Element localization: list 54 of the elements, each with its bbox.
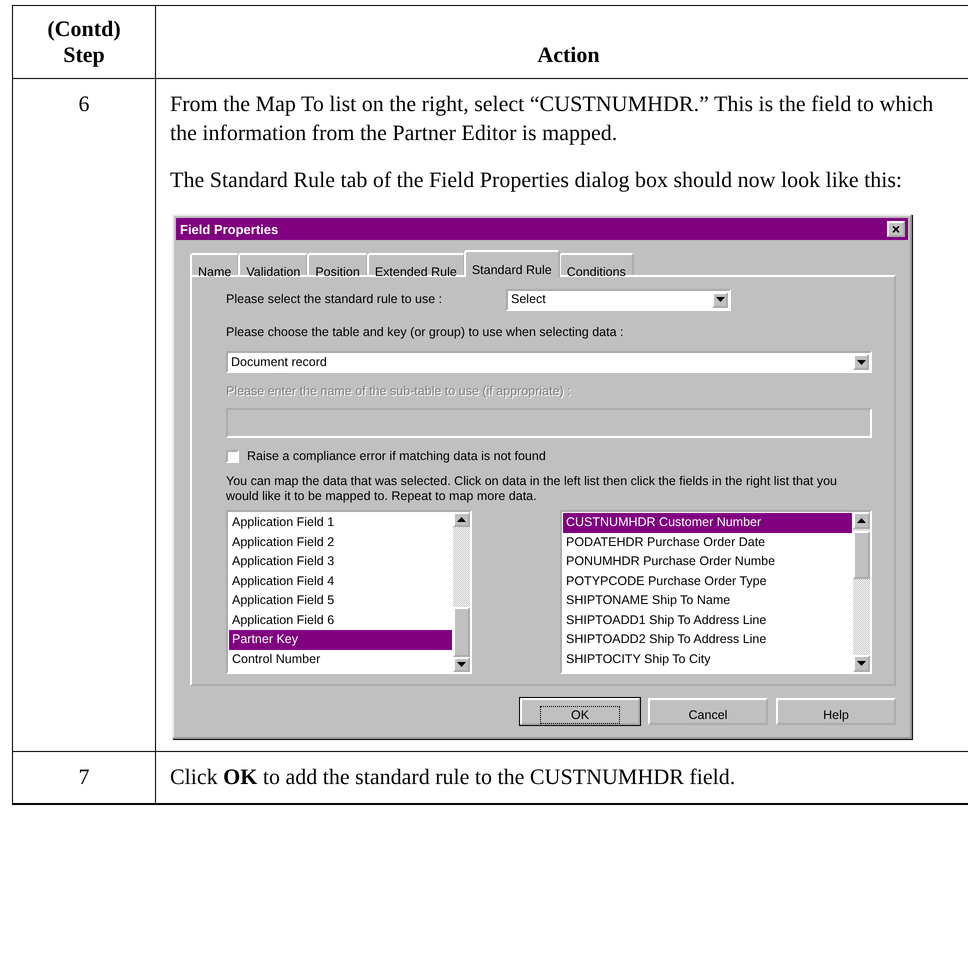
step-instruction: The Standard Rule tab of the Field Properties dialog box should now look like this: [170,166,904,194]
column-header: Action [536,42,601,68]
column-header: Step [62,42,106,68]
dialog-button[interactable]: Help [776,698,896,725]
instructions-text: You can map the data that was selected. Click on data in the left list then click the fields in the right list that you would like it to be mapped to. Repeat to map more data. [226,474,838,504]
caret-down-icon [857,661,866,666]
subtable-field[interactable] [226,408,872,438]
checkbox-label: Raise a compliance error if matching data is not found [247,448,546,465]
list-item[interactable]: PONUMHDR Purchase Order Numbe [563,552,852,572]
dialog-button[interactable]: OK [520,698,640,725]
list-item[interactable]: Partner Key [229,630,452,650]
tab[interactable]: Standard Rule [464,250,560,277]
close-button[interactable]: × [887,221,905,237]
tab[interactable]: Extended Rule [366,253,465,275]
caret-up-icon [857,518,866,523]
tab[interactable]: Validation [238,253,308,275]
subtable-label: Please enter the name of the sub-table to use (if appropriate) : [226,383,572,400]
checkbox[interactable] [226,450,239,463]
caret-down-icon [716,297,724,302]
caret-down-icon [856,360,866,364]
list-item[interactable]: Application Field 1 [229,513,452,532]
list-item[interactable]: SHIPTONAME Ship To Name [563,591,852,610]
list-item[interactable]: Application Field 5 [229,591,452,610]
list-item[interactable]: SHIPTOADD2 Ship To Address Line [563,630,852,650]
scrollbar[interactable] [853,512,870,672]
table-label: Please choose the table and key (or group) to use when selecting data : [226,324,624,341]
rule-label: Please select the standard rule to use : [226,291,444,308]
tab[interactable]: Name [190,253,240,275]
list-item[interactable]: CUSTNUMHDR Customer Number [563,513,852,532]
table-dropdown[interactable]: Document record [226,351,872,373]
rule-dropdown[interactable]: Select [506,288,731,310]
step-number: 7 [78,764,90,789]
step-instruction: From the Map To list on the right, select “CUSTNUMHDR.” This is the field to which the information from the Partner Editor is mapped. [170,90,934,147]
list-item[interactable]: Application Field 3 [229,552,452,572]
caret-up-icon [457,517,466,522]
dialog-title: Field Properties [180,220,278,239]
list-item[interactable]: Application Field 2 [229,532,452,552]
list-item[interactable]: Control Number [229,650,452,669]
list-item[interactable]: Application Field 4 [229,572,452,591]
tab[interactable]: Conditions [558,253,634,275]
list-item[interactable]: PODATEHDR Purchase Order Date [563,532,852,552]
dialog-button[interactable]: Cancel [648,698,768,725]
step-instruction: Click OK to add the standard rule to the CUSTNUMHDR field. [170,763,736,791]
left-listbox[interactable]: Application Field 1 Application Field 2 Application Field 3 Application Field 4 Application Field 5 Application Field 6 Partner Key Control Number [226,510,472,674]
list-item[interactable]: SHIPTOCITY Ship To City [563,650,852,669]
list-item[interactable]: POTYPCODE Purchase Order Type [563,572,852,591]
right-listbox[interactable] [560,510,872,674]
column-header: (Contd) [46,16,122,42]
step-number: 6 [78,91,90,116]
caret-down-icon [457,662,466,667]
tab[interactable]: Position [307,253,368,275]
scrollbar[interactable] [453,512,470,672]
list-item[interactable]: Application Field 6 [229,610,452,630]
list-item[interactable]: SHIPTOADD1 Ship To Address Line [563,610,852,630]
